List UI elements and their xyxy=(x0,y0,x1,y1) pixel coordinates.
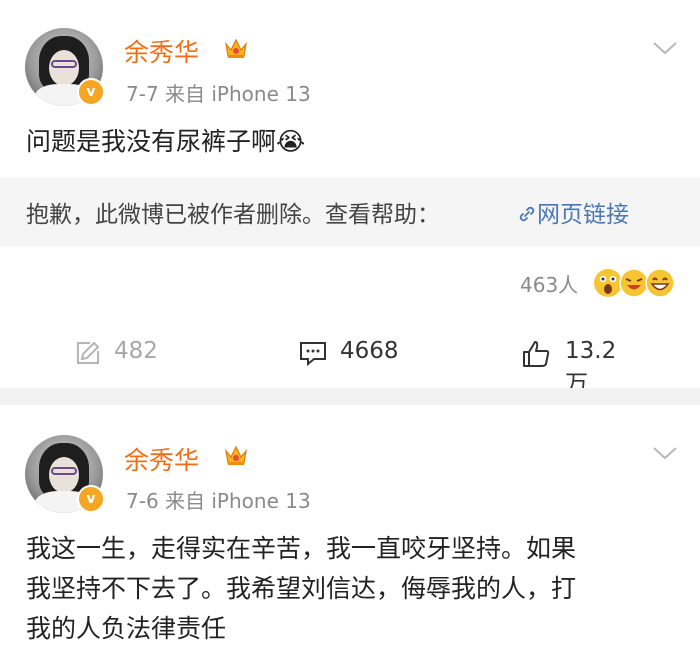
post-meta: 7-7 来自 iPhone 13 xyxy=(126,82,311,106)
reactions-count[interactable]: 463人 xyxy=(520,269,578,298)
deleted-message: 抱歉，此微博已被作者删除。查看帮助： xyxy=(26,202,440,228)
post-text-line: 我坚持不下去了。我希望刘信达，侮辱我的人，打 xyxy=(26,574,577,603)
feed-divider xyxy=(0,388,700,405)
crown-icon xyxy=(225,38,247,58)
deleted-repost-notice: 抱歉，此微博已被作者删除。查看帮助： 网页链接 xyxy=(0,177,700,247)
repost-icon xyxy=(77,341,100,364)
comment-icon xyxy=(300,342,326,367)
chevron-down-icon[interactable] xyxy=(652,445,678,461)
author-name[interactable]: 余秀华 xyxy=(124,441,199,477)
author-name[interactable]: 余秀华 xyxy=(124,33,199,69)
weibo-post: v 余秀华 7-6 来自 iPhone 13 我这一生，走得实在辛苦，我一直咬牙… xyxy=(0,405,700,656)
post-text: 问题是我没有尿裤子啊😭 xyxy=(26,127,306,156)
chevron-down-icon[interactable] xyxy=(652,40,678,56)
verified-badge-icon: v xyxy=(77,78,105,106)
post-text: 我这一生，走得实在辛苦，我一直咬牙坚持。如果 我坚持不下去了。我希望刘信达，侮辱… xyxy=(26,529,576,649)
post-meta: 7-6 来自 iPhone 13 xyxy=(126,489,311,513)
weibo-post: v 余秀华 7-7 来自 iPhone 13 问题是我没有尿裤子啊😭 抱歉，此微… xyxy=(0,0,700,397)
web-link[interactable]: 网页链接 xyxy=(517,195,629,229)
post-text-line: 我这一生，走得实在辛苦，我一直咬牙坚持。如果 xyxy=(26,534,577,563)
comment-count: 4668 xyxy=(340,338,399,364)
repost-count: 482 xyxy=(114,338,158,364)
post-text-line: 我的人负法律责任 xyxy=(26,614,227,643)
grinning-emoji-icon xyxy=(645,268,675,298)
crown-icon xyxy=(225,445,247,465)
web-link-label: 网页链接 xyxy=(537,202,629,228)
thumbs-up-icon xyxy=(523,341,550,367)
verified-badge-icon: v xyxy=(77,485,105,513)
link-icon xyxy=(519,206,535,222)
